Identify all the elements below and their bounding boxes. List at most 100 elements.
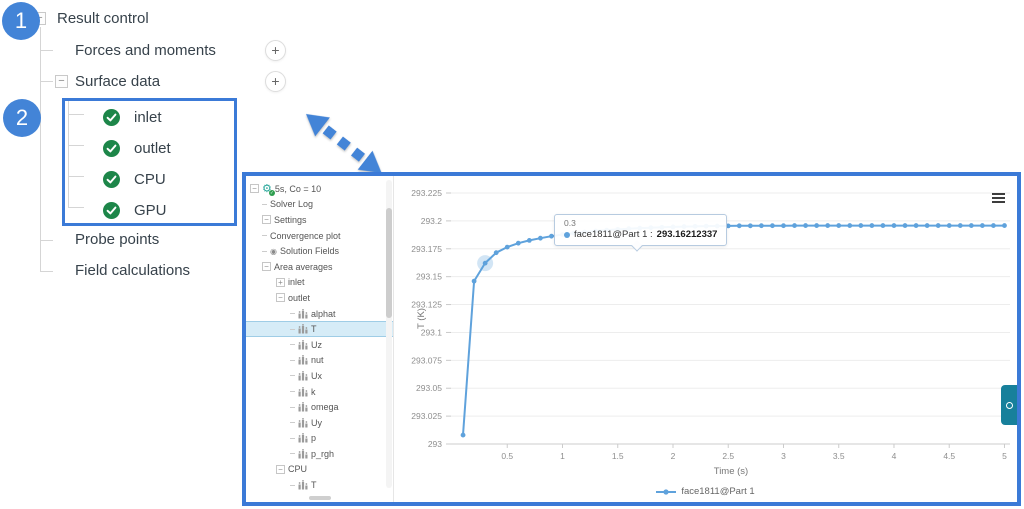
- run-tree-item-settings[interactable]: −Settings: [246, 212, 393, 228]
- tree-item-cpu[interactable]: CPU: [103, 168, 166, 190]
- run-tree-item-solver-log[interactable]: Solver Log: [246, 197, 393, 213]
- series-dot-icon: [564, 232, 570, 238]
- svg-text:0.5: 0.5: [501, 451, 513, 461]
- hamburger-menu-icon[interactable]: [992, 193, 1005, 205]
- run-tree-item-cpu[interactable]: −CPU: [246, 462, 393, 478]
- tree-connector: [290, 422, 295, 423]
- tree-connector: [290, 391, 295, 392]
- check-circle-icon: [103, 140, 120, 157]
- tree-connector: [290, 375, 295, 376]
- run-tree-item-area-averages[interactable]: −Area averages: [246, 259, 393, 275]
- run-tree-item-label: T: [311, 480, 317, 490]
- side-tab-camera-icon[interactable]: [1001, 385, 1017, 425]
- tree-connector: [290, 313, 295, 314]
- tree-connector: [290, 485, 295, 486]
- tree-connector: [290, 407, 295, 408]
- svg-text:1.5: 1.5: [612, 451, 624, 461]
- svg-text:4: 4: [892, 451, 897, 461]
- run-tree-item-label: Convergence plot: [270, 231, 341, 241]
- tree-item-gpu[interactable]: GPU: [103, 199, 167, 221]
- run-tree-item-outlet[interactable]: −outlet: [246, 290, 393, 306]
- tooltip-value: 293.16212337: [657, 229, 718, 240]
- run-tree-item-label: outlet: [288, 293, 310, 303]
- run-tree-item-ux[interactable]: Ux: [246, 368, 393, 384]
- run-tree-item-label: nut: [311, 355, 324, 365]
- run-tree-item-label: Uy: [311, 418, 322, 428]
- screenshot-root: 1 2 − Result control Forces and moments …: [0, 0, 1024, 509]
- tree-item-field-calculations[interactable]: Field calculations: [75, 262, 190, 279]
- chart-icon: [298, 449, 308, 459]
- tree-item-surface-data[interactable]: Surface data: [75, 73, 160, 90]
- run-tree-item-p-rgh[interactable]: p_rgh: [246, 446, 393, 462]
- surface-item-label: GPU: [134, 202, 167, 219]
- chart-icon: [298, 480, 308, 490]
- run-tree-item-uz[interactable]: Uz: [246, 337, 393, 353]
- run-tree-item-label: Settings: [274, 215, 307, 225]
- svg-text:293.075: 293.075: [411, 355, 442, 365]
- chart-icon: [298, 309, 308, 319]
- tree-connector: [40, 271, 53, 272]
- chart-icon: [298, 418, 308, 428]
- run-tree-item-k[interactable]: k: [246, 384, 393, 400]
- tree-connector: [40, 240, 53, 241]
- svg-text:293.2: 293.2: [421, 216, 443, 226]
- chart-area: 293293.025293.05293.075293.1293.125293.1…: [394, 176, 1017, 502]
- collapse-toggle-surface-data[interactable]: −: [55, 75, 68, 88]
- simulation-run-gear-icon: ⚙✓: [262, 184, 272, 194]
- run-tree-item-uy[interactable]: Uy: [246, 415, 393, 431]
- run-tree-item-5s-co-10[interactable]: −⚙✓5s, Co = 10: [246, 181, 393, 197]
- chart-icon: [298, 433, 308, 443]
- legend-label: face1811@Part 1: [681, 486, 754, 497]
- svg-text:2.5: 2.5: [722, 451, 734, 461]
- run-tree-item-label: CPU: [288, 464, 307, 474]
- add-forces-button[interactable]: +: [265, 40, 286, 61]
- tree-connector: [262, 251, 267, 252]
- run-tree-item-label: p: [311, 433, 316, 443]
- run-tree-item-solution-fields[interactable]: ◉Solution Fields: [246, 243, 393, 259]
- collapse-toggle[interactable]: −: [250, 184, 259, 193]
- svg-text:3.5: 3.5: [833, 451, 845, 461]
- run-tree-item-label: inlet: [288, 277, 305, 287]
- svg-text:293.15: 293.15: [416, 272, 442, 282]
- svg-text:293.025: 293.025: [411, 411, 442, 421]
- double-arrow-icon: [299, 105, 389, 183]
- tree-item-forces-and-moments[interactable]: Forces and moments: [75, 42, 216, 59]
- run-tree-item-label: omega: [311, 402, 339, 412]
- tree-item-outlet[interactable]: outlet: [103, 137, 171, 159]
- run-tree-resize-handle[interactable]: [309, 496, 331, 500]
- tree-item-probe-points[interactable]: Probe points: [75, 231, 159, 248]
- run-tree-item-p[interactable]: p: [246, 431, 393, 447]
- collapse-toggle[interactable]: −: [262, 215, 271, 224]
- run-tree-item-nut[interactable]: nut: [246, 353, 393, 369]
- check-circle-icon: [103, 109, 120, 126]
- run-tree-item-t[interactable]: T: [246, 321, 393, 337]
- surface-item-label: outlet: [134, 140, 171, 157]
- legend-item[interactable]: face1811@Part 1: [656, 486, 754, 497]
- collapse-toggle[interactable]: −: [262, 262, 271, 271]
- run-tree-item-t[interactable]: T: [246, 477, 393, 493]
- run-tree-item-omega[interactable]: omega: [246, 399, 393, 415]
- add-surface-data-button[interactable]: +: [265, 71, 286, 92]
- surface-item-label: CPU: [134, 171, 166, 188]
- tree-item-inlet[interactable]: inlet: [103, 106, 162, 128]
- svg-text:T (K): T (K): [416, 308, 427, 329]
- collapse-toggle[interactable]: −: [276, 465, 285, 474]
- tree-connector: [290, 453, 295, 454]
- tooltip-series-label: face1811@Part 1 :: [574, 229, 653, 240]
- collapse-toggle[interactable]: −: [276, 293, 285, 302]
- run-tree-scrollbar[interactable]: [386, 180, 392, 488]
- svg-text:1: 1: [560, 451, 565, 461]
- svg-text:3: 3: [781, 451, 786, 461]
- run-tree-item-alphat[interactable]: alphat: [246, 306, 393, 322]
- step-2-badge: 2: [3, 99, 41, 137]
- legend-marker-icon: [656, 488, 676, 496]
- tree-connector: [262, 235, 267, 236]
- chart-icon: [298, 324, 308, 334]
- run-tree-item-inlet[interactable]: +inlet: [246, 275, 393, 291]
- tree-connector: [290, 438, 295, 439]
- tree-item-result-control[interactable]: Result control: [57, 10, 149, 27]
- scrollbar-thumb[interactable]: [386, 208, 392, 318]
- run-tree-item-convergence-plot[interactable]: Convergence plot: [246, 228, 393, 244]
- run-tree-item-label: Ux: [311, 371, 322, 381]
- collapse-toggle[interactable]: +: [276, 278, 285, 287]
